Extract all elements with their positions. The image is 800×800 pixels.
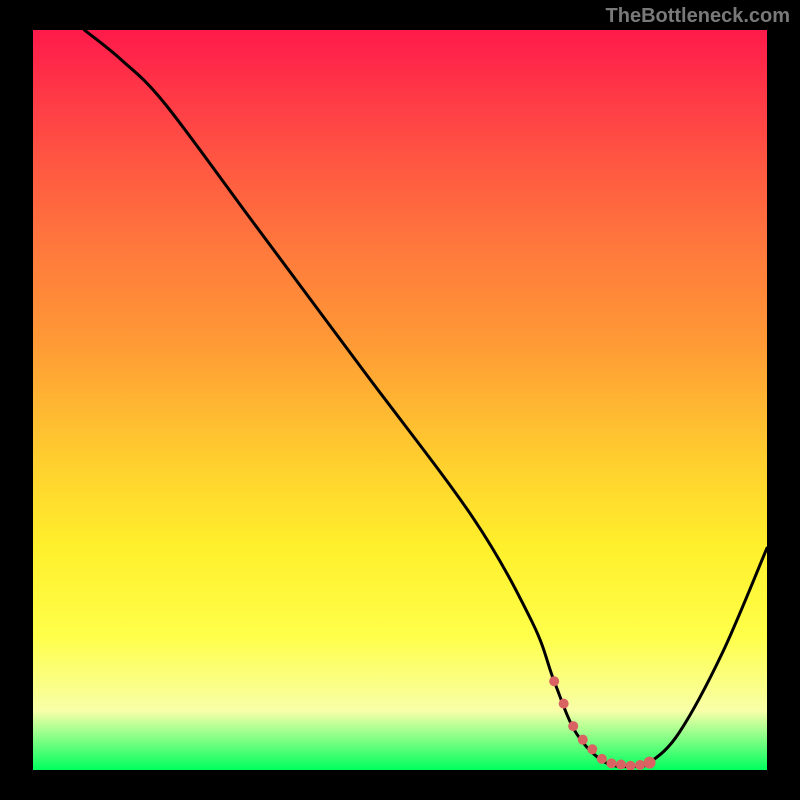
flat-dot (616, 760, 626, 770)
flat-dot (568, 721, 578, 731)
plot-area (33, 30, 767, 770)
flat-dot (625, 761, 635, 770)
watermark-text: TheBottleneck.com (606, 5, 790, 28)
bottleneck-curve (84, 30, 767, 767)
flat-dot (559, 699, 569, 709)
flat-dot (587, 744, 597, 754)
flat-dot (644, 757, 656, 769)
flat-region-dots (549, 676, 655, 770)
chart-container: TheBottleneck.com (0, 0, 800, 800)
flat-dot (578, 735, 588, 745)
flat-dot (549, 676, 559, 686)
flat-dot (597, 754, 607, 764)
flat-dot (635, 760, 645, 770)
curve-layer (33, 30, 767, 770)
flat-dot (606, 758, 616, 768)
